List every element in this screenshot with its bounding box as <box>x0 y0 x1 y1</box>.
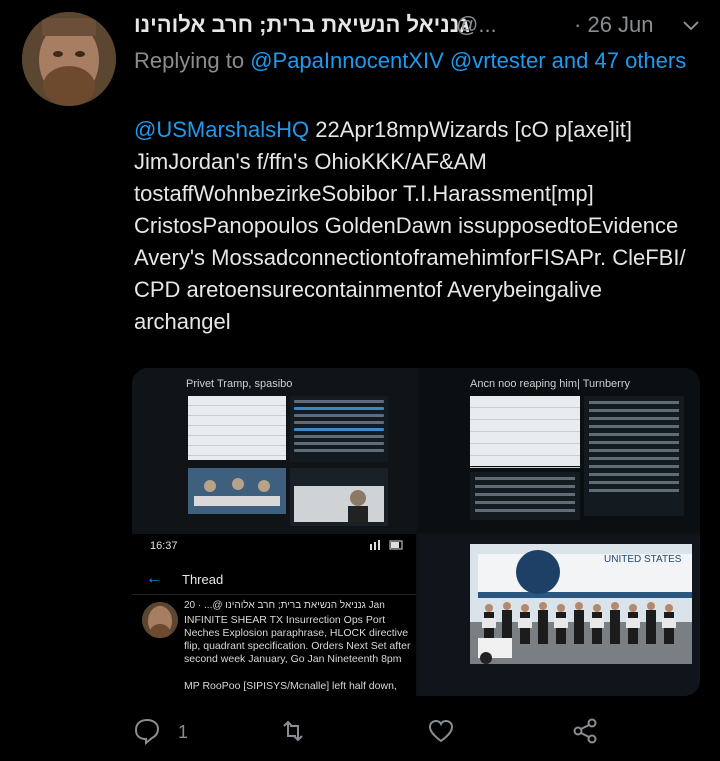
tweet-body: 22Apr18mpWizards [cO p[axe]it] JimJordan… <box>134 117 686 334</box>
retweet-icon <box>283 720 303 742</box>
image-2-text <box>584 396 684 516</box>
tweet-header: גנניאל הנשיאת ברית; חרב אלוהינו @... · 2… <box>134 10 704 40</box>
media-image-3[interactable]: 16:37 ← Thread גנניאל הנשיאת ברית; חרב א… <box>132 534 416 696</box>
reply-count: 1 <box>178 722 189 742</box>
user-handle[interactable]: @... <box>456 12 497 38</box>
media-image-4[interactable]: UNITED STATES <box>418 534 700 696</box>
plane-text: UNITED STATES <box>604 554 682 565</box>
image-1-photo <box>188 468 286 514</box>
replying-to: Replying to @PapaInnocentXIV @vrtester a… <box>134 44 694 77</box>
date-separator: · <box>574 12 582 37</box>
replying-to-links[interactable]: @PapaInnocentXIV @vrtester and 47 others <box>250 48 686 73</box>
status-time: 16:37 <box>150 540 178 552</box>
divider <box>132 594 416 595</box>
replying-to-label: Replying to <box>134 48 251 73</box>
share-icon <box>573 718 597 744</box>
display-name[interactable]: גנניאל הנשיאת ברית; חרב אלוהינו <box>134 12 470 38</box>
thread-title: Thread <box>182 572 224 587</box>
thread-avatar <box>142 602 178 638</box>
image-1-photo-2 <box>290 468 388 526</box>
tweet-date[interactable]: · 26 Jun <box>574 12 654 38</box>
image-2-table <box>470 396 580 468</box>
tweet-actions: 1 <box>132 712 712 752</box>
chevron-down-icon[interactable] <box>680 14 702 36</box>
reply-icon <box>134 718 160 746</box>
thread-body: INFINITE SHEAR TX Insurrection Ops Port … <box>184 614 412 696</box>
image-2-title: Ancn noo reaping him| Turnberry <box>470 378 630 390</box>
tweet-text: @USMarshalsHQ 22Apr18mpWizards [cO p[axe… <box>134 114 704 338</box>
image-1-table <box>188 396 286 460</box>
date-text: 26 Jun <box>587 12 654 37</box>
image-2-text-2 <box>470 472 580 520</box>
status-icons <box>370 540 404 553</box>
image-4-photo: UNITED STATES <box>418 534 700 696</box>
media-grid: Privet Tramp, spasibo Ancn noo reaping h… <box>132 368 700 696</box>
image-1-text <box>290 396 388 462</box>
media-image-1[interactable]: Privet Tramp, spasibo <box>132 368 416 532</box>
mention-link[interactable]: @USMarshalsHQ <box>134 117 309 142</box>
media-image-2[interactable]: Ancn noo reaping him| Turnberry <box>418 368 700 532</box>
avatar[interactable] <box>22 12 116 106</box>
thread-body-text: INFINITE SHEAR TX Insurrection Ops Port … <box>184 614 411 665</box>
image-1-title: Privet Tramp, spasibo <box>186 378 293 390</box>
thread-body-text-2: MP RooPoo [SIPISYS/Mcnalle] left half do… <box>184 680 397 696</box>
back-arrow-icon: ← <box>146 570 162 587</box>
thread-author: גנניאל הנשיאת ברית; חרב אלוהינו @... · 2… <box>184 600 385 611</box>
heart-icon <box>428 719 454 743</box>
